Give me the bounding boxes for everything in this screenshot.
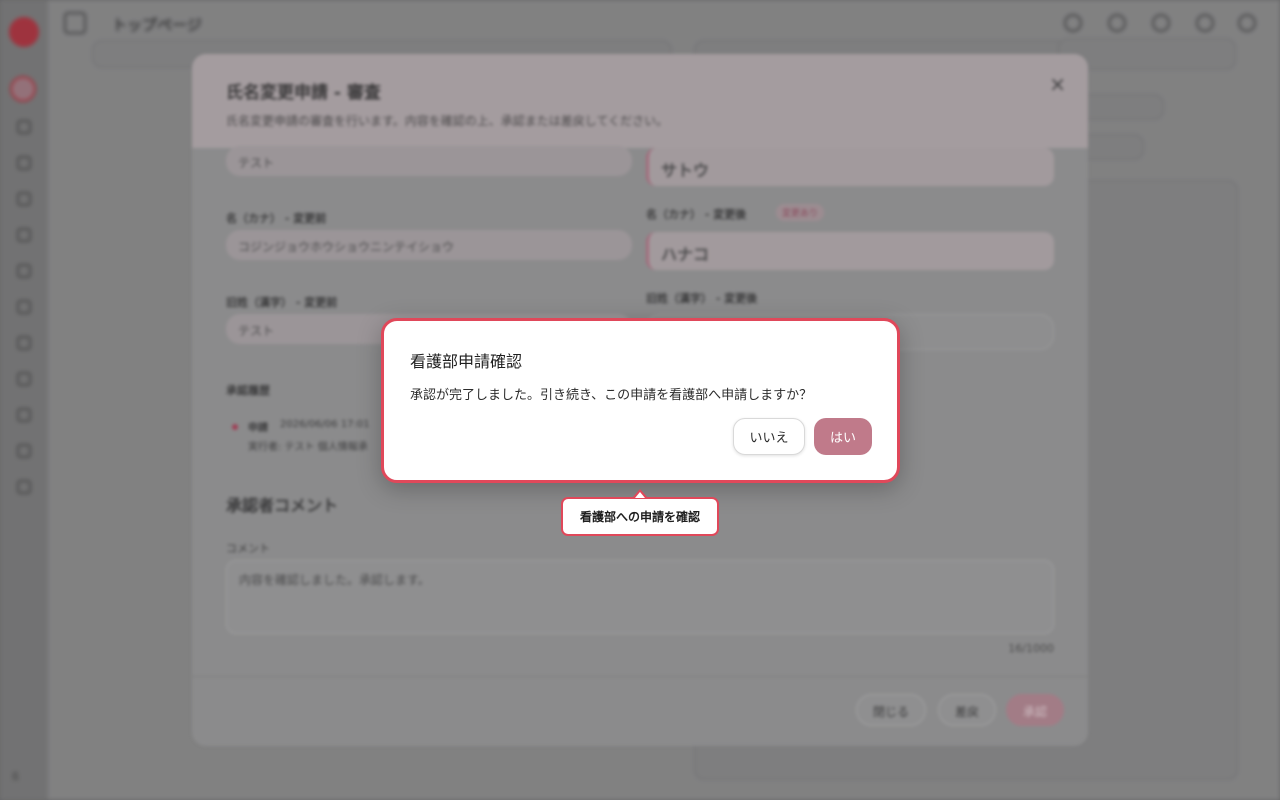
nursing-dept-confirm-dialog: 看護部申請確認 承認が完了しました。引き続き、この申請を看護部へ申請しますか？ … (381, 318, 900, 483)
history-dot-icon (232, 424, 238, 430)
kyusei-after-label: 旧姓（漢字） - 変更後 (646, 292, 758, 305)
comment-section-title: 承認者コメント (226, 496, 339, 515)
changed-badge: 変更あり (776, 204, 825, 221)
mei-kana-after-label: 名（カナ） - 変更後 (646, 208, 747, 221)
mei-kana-before-label: 名（カナ） - 変更前 (226, 212, 327, 225)
review-modal-subtitle: 氏名変更申請の審査を行います。内容を確認の上、承認または差戻してください。 (226, 114, 669, 128)
history-entry-actor: 実行者: テスト 個人情報承 (248, 442, 368, 453)
approve-button[interactable]: 承認 (1006, 694, 1065, 726)
comment-label: コメント (226, 542, 270, 555)
reject-button[interactable]: 差戻 (938, 694, 997, 726)
review-modal-footer-divider (192, 676, 1088, 677)
no-button[interactable]: いいえ (733, 418, 805, 455)
sei-kana-after-field[interactable]: サトウ (646, 148, 1054, 186)
close-button[interactable]: 閉じる (856, 694, 927, 726)
history-entry-type: 申請 (248, 423, 268, 434)
yes-button[interactable]: はい (814, 418, 872, 455)
sei-kana-before-field: テスト (226, 146, 632, 176)
kyusei-before-label: 旧姓（漢字） - 変更前 (226, 296, 338, 309)
comment-textarea[interactable]: 内容を確認しました。承認します。 (226, 560, 1054, 634)
history-entry-date: 2026/06/06 17:01 (280, 419, 370, 430)
tooltip: 看護部への申請を確認 (561, 497, 719, 536)
mei-kana-after-field[interactable]: ハナコ (646, 232, 1054, 270)
confirm-dialog-message: 承認が完了しました。引き続き、この申請を看護部へ申請しますか？ (410, 388, 813, 403)
history-label: 承認履歴 (226, 384, 270, 397)
confirm-dialog-title: 看護部申請確認 (410, 352, 523, 371)
close-icon[interactable]: × (1049, 72, 1066, 96)
review-modal-title: 氏名変更申請 - 審査 (226, 83, 381, 103)
comment-char-count: 16/1000 (1008, 642, 1054, 655)
tooltip-arrow-inner (635, 492, 645, 498)
mei-kana-before-field: コジンジョウホウショウニンテイショウ (226, 230, 632, 260)
